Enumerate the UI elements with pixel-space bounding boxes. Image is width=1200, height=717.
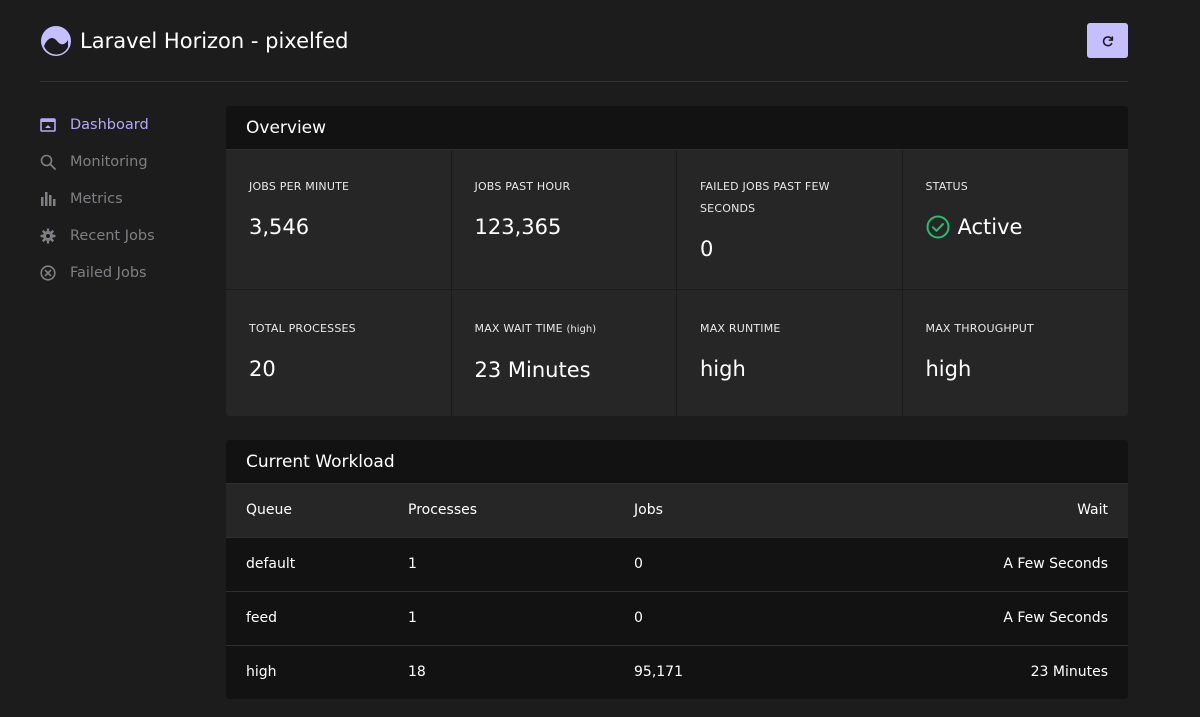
stat-label: MAX RUNTIME [700, 322, 781, 335]
wait-cell: 23 Minutes [934, 644, 1128, 699]
stat-label: MAX WAIT TIME [474, 322, 563, 335]
stat-label-queue: (high) [566, 324, 597, 335]
stat-jobs-per-minute: JOBS PER MINUTE 3,546 [226, 150, 452, 290]
sidebar-item-failed-jobs[interactable]: Failed Jobs [40, 254, 210, 291]
gear-icon [40, 228, 56, 243]
stat-label: FAILED JOBS PAST FEW SECONDS [700, 180, 830, 215]
column-header-processes: Processes [408, 484, 634, 537]
stat-max-wait-time: MAX WAIT TIME (high) 23 Minutes [452, 290, 677, 416]
sidebar-item-dashboard[interactable]: Dashboard [40, 106, 210, 143]
column-header-jobs: Jobs [634, 484, 934, 537]
sidebar-item-label: Monitoring [70, 153, 148, 170]
stat-label: JOBS PAST HOUR [474, 180, 571, 193]
sidebar-item-label: Failed Jobs [70, 264, 147, 281]
stat-value: high [700, 357, 746, 381]
workload-card: Current Workload Queue Processes Jobs Wa… [226, 440, 1128, 699]
stat-failed-jobs: FAILED JOBS PAST FEW SECONDS 0 [677, 150, 903, 290]
sidebar-item-label: Dashboard [70, 116, 149, 133]
stat-max-runtime: MAX RUNTIME high [677, 290, 903, 416]
sidebar-item-label: Recent Jobs [70, 227, 155, 244]
sidebar-item-metrics[interactable]: Metrics [40, 180, 210, 217]
processes-cell: 1 [408, 536, 634, 591]
sidebar-item-monitoring[interactable]: Monitoring [40, 143, 210, 180]
stat-label-wrap: MAX WAIT TIME (high) [475, 318, 657, 341]
queue-cell: high [226, 644, 408, 699]
table-row: default 1 0 A Few Seconds [226, 536, 1128, 591]
table-row: high 18 95,171 23 Minutes [226, 644, 1128, 699]
table-header-row: Queue Processes Jobs Wait [226, 484, 1128, 537]
app-title: Laravel Horizon - pixelfed [80, 29, 349, 53]
jobs-cell: 95,171 [634, 644, 934, 699]
workload-title: Current Workload [226, 440, 1128, 484]
jobs-cell: 0 [634, 590, 934, 645]
x-circle-icon [40, 264, 56, 281]
check-circle-icon [926, 215, 949, 239]
processes-cell: 18 [408, 644, 634, 699]
status-text: Active [957, 215, 1023, 239]
jobs-cell: 0 [634, 536, 934, 591]
sidebar-nav: Dashboard Monitoring Metrics Recent Jobs… [40, 106, 210, 291]
stat-label: JOBS PER MINUTE [249, 180, 350, 193]
stat-total-processes: TOTAL PROCESSES 20 [226, 290, 452, 416]
processes-cell: 1 [408, 590, 634, 645]
wait-cell: A Few Seconds [934, 536, 1128, 591]
stat-status-value: Active [926, 212, 1109, 242]
sidebar-item-label: Metrics [70, 190, 123, 207]
dashboard-icon [40, 117, 56, 132]
overview-card: Overview JOBS PER MINUTE 3,546 JOBS PAST… [226, 106, 1128, 416]
stat-max-throughput: MAX THROUGHPUT high [903, 290, 1129, 416]
stat-value: 20 [249, 357, 276, 381]
queue-cell: default [226, 536, 408, 591]
bar-chart-icon [41, 191, 56, 206]
stat-value: 0 [700, 237, 714, 261]
page-header: Laravel Horizon - pixelfed [40, 0, 1128, 82]
stat-value: 23 Minutes [474, 358, 591, 382]
table-row: feed 1 0 A Few Seconds [226, 590, 1128, 645]
stat-value: high [925, 357, 972, 381]
wait-cell: A Few Seconds [934, 590, 1128, 645]
refresh-button[interactable] [1087, 23, 1128, 58]
column-header-wait: Wait [934, 484, 1128, 537]
refresh-icon [1102, 35, 1113, 46]
search-icon [40, 154, 56, 170]
stat-label: MAX THROUGHPUT [925, 322, 1034, 335]
stat-jobs-past-hour: JOBS PAST HOUR 123,365 [451, 150, 677, 290]
workload-table: Queue Processes Jobs Wait default 1 0 A … [226, 484, 1128, 699]
column-header-queue: Queue [226, 484, 408, 537]
stat-label: TOTAL PROCESSES [249, 322, 356, 335]
stat-value: 3,546 [249, 215, 310, 239]
queue-cell: feed [226, 590, 408, 645]
overview-title: Overview [226, 106, 1128, 150]
horizon-logo-icon [41, 26, 71, 56]
stat-value: 123,365 [474, 215, 562, 239]
stat-label: STATUS [925, 180, 968, 193]
sidebar-item-recent-jobs[interactable]: Recent Jobs [40, 217, 210, 254]
stat-status: STATUS Active [902, 150, 1128, 290]
overview-stats: JOBS PER MINUTE 3,546 JOBS PAST HOUR 123… [226, 150, 1128, 416]
